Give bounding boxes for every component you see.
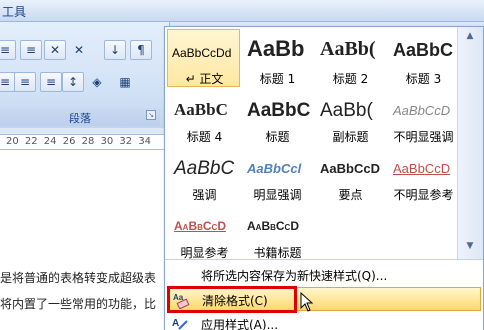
style-label: 强调 xyxy=(192,188,217,202)
style-label: 标题 1 xyxy=(259,72,296,86)
style-label: 标题 xyxy=(265,130,290,144)
style-label: 要点 xyxy=(338,188,363,202)
document-line-2: 将内置了一些常用的功能，比 xyxy=(0,297,157,311)
style-sample: AaBbCcl xyxy=(247,161,302,176)
scroll-down-icon[interactable]: ▼ xyxy=(461,241,479,257)
menu-item-label: 将所选内容保存为新快速样式(Q)... xyxy=(201,269,388,283)
svg-text:A: A xyxy=(172,318,179,329)
style-sample: AaBbC xyxy=(393,40,454,60)
distributed-button[interactable]: ≡ xyxy=(40,72,62,92)
justify-button[interactable]: ≡ xyxy=(14,72,36,92)
style-label: 标题 3 xyxy=(405,72,442,86)
sort-button[interactable]: ↓ xyxy=(104,40,126,60)
style-label: 标题 4 xyxy=(186,130,223,144)
ruler: 20 22 24 26 28 30 32 34 xyxy=(0,134,168,150)
title-bar: 工具 xyxy=(0,0,484,22)
save-as-quick-style-item[interactable]: 将所选内容保存为新快速样式(Q)... xyxy=(167,263,481,287)
style-heading-2[interactable]: AaBb( 标题 2 xyxy=(313,29,386,87)
style-label: 明显强调 xyxy=(253,188,302,202)
document-area[interactable]: 是将普通的表格转变成超级表 将内置了一些常用的功能，比 xyxy=(0,150,168,330)
paragraph-ribbon-group: ≡ ≡ ✕ ✕ ↓ ¶ ≡ ≡ ≡ ↕ ◈ ▦ 段落 ↘ xyxy=(0,22,170,128)
style-sample: AaBb( xyxy=(320,100,373,121)
styles-menu: 将所选内容保存为新快速样式(Q)... Aa 清除格式(C) A 应用样式(A)… xyxy=(165,259,483,330)
highlight-box xyxy=(167,286,297,313)
line-spacing-button[interactable]: ↕ xyxy=(62,72,84,92)
show-marks-button[interactable]: ¶ xyxy=(130,40,152,60)
style-label: 标题 2 xyxy=(332,72,369,86)
style-sample: AaBbCcD xyxy=(393,103,451,118)
dialog-launcher-icon[interactable]: ↘ xyxy=(146,110,156,120)
increase-indent-button[interactable]: ✕ xyxy=(44,40,66,60)
style-title[interactable]: AaBbC 标题 xyxy=(240,87,313,145)
style-sample: AaBbC xyxy=(247,100,311,121)
style-label: ↵ 正文 xyxy=(185,72,224,86)
style-sample: AaBbCcD xyxy=(247,219,299,233)
borders-button[interactable]: ▦ xyxy=(114,72,136,92)
quick-styles-gallery: AaBbCcDd ↵ 正文 AaBb 标题 1 AaBb( 标题 2 AaBbC… xyxy=(165,27,459,261)
menu-item-label: 应用样式(A)... xyxy=(201,318,279,330)
style-emphasis[interactable]: AaBbC 强调 xyxy=(167,145,240,203)
title-fragment: 工具 xyxy=(2,5,27,19)
style-sample: AaBb( xyxy=(320,38,376,60)
style-book-title[interactable]: AaBbCcD 书籍标题 xyxy=(240,203,313,261)
style-sample: AaBbCcD xyxy=(393,161,451,176)
style-label: 不明显强调 xyxy=(393,130,454,144)
shading-button[interactable]: ◈ xyxy=(86,72,108,92)
quick-styles-dropdown: AaBbCcDd ↵ 正文 AaBb 标题 1 AaBb( 标题 2 AaBbC… xyxy=(164,26,484,330)
style-intense-emphasis[interactable]: AaBbCcl 明显强调 xyxy=(240,145,313,203)
style-sample: AaBbC xyxy=(174,158,235,179)
style-strong[interactable]: AaBbCcD 要点 xyxy=(313,145,386,203)
style-sample: AaBb xyxy=(247,36,305,61)
style-label: 副标题 xyxy=(332,130,369,144)
style-subtle-reference[interactable]: AaBbCcD 不明显参考 xyxy=(386,145,459,203)
style-sample: AaBbCcDd xyxy=(172,46,232,60)
mouse-cursor-icon xyxy=(300,292,314,312)
style-sample: AaBbCcD xyxy=(320,161,380,176)
chinese-layout-button[interactable]: ✕ xyxy=(68,40,90,60)
style-subtitle[interactable]: AaBb( 副标题 xyxy=(313,87,386,145)
style-heading-4[interactable]: AaBbC 标题 4 xyxy=(167,87,240,145)
apply-styles-item[interactable]: A 应用样式(A)... xyxy=(167,312,481,330)
style-subtle-emphasis[interactable]: AaBbCcD 不明显强调 xyxy=(386,87,459,145)
style-label: 不明显参考 xyxy=(393,188,454,202)
ruler-numbers: 20 22 24 26 28 30 32 34 xyxy=(6,136,152,147)
apply-styles-icon: A xyxy=(171,315,189,330)
gallery-scrollbar[interactable]: ▲ ▼ xyxy=(457,27,483,259)
style-normal[interactable]: AaBbCcDd ↵ 正文 xyxy=(167,29,240,87)
style-heading-1[interactable]: AaBb 标题 1 xyxy=(240,29,313,87)
decrease-indent-button[interactable]: ≡ xyxy=(20,40,42,60)
style-intense-reference[interactable]: AaBbCcD 明显参考 xyxy=(167,203,240,261)
style-sample: AaBbCcD xyxy=(174,219,226,233)
style-sample: AaBbC xyxy=(174,100,228,119)
scroll-up-icon[interactable]: ▲ xyxy=(461,31,479,47)
document-line-1: 是将普通的表格转变成超级表 xyxy=(0,271,157,285)
bullets-button[interactable]: ≡ xyxy=(0,40,16,60)
style-heading-3[interactable]: AaBbC 标题 3 xyxy=(386,29,459,87)
paragraph-group-label: 段落 xyxy=(0,108,160,126)
clear-formatting-item[interactable]: Aa 清除格式(C) xyxy=(167,286,481,313)
